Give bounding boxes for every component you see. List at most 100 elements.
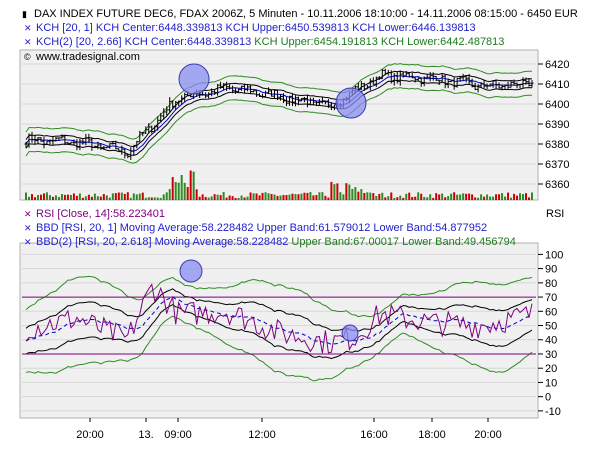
volume-bar bbox=[465, 193, 468, 200]
y-tick-label: 6420 bbox=[545, 59, 569, 71]
volume-bar bbox=[279, 195, 282, 200]
volume-bar bbox=[408, 192, 411, 200]
volume-bar bbox=[285, 195, 288, 200]
volume-bar bbox=[45, 192, 48, 200]
volume-bar bbox=[525, 193, 528, 200]
volume-bar bbox=[54, 195, 57, 200]
volume-bar bbox=[243, 197, 246, 200]
volume-bar bbox=[246, 196, 249, 200]
volume-bar bbox=[78, 193, 81, 200]
volume-bar bbox=[432, 197, 435, 200]
volume-bar bbox=[48, 195, 51, 200]
volume-bar bbox=[162, 194, 165, 200]
volume-bar bbox=[459, 194, 462, 200]
y-tick-label: 6370 bbox=[545, 159, 569, 171]
volume-bar bbox=[63, 194, 66, 200]
volume-bar bbox=[369, 192, 372, 200]
rsi-panel-background bbox=[19, 242, 539, 419]
volume-bar bbox=[75, 195, 78, 200]
volume-bar bbox=[129, 197, 132, 200]
y-tick-label: 50 bbox=[545, 321, 557, 333]
volume-bar bbox=[237, 197, 240, 200]
volume-bar bbox=[438, 194, 441, 200]
volume-bar bbox=[261, 192, 264, 200]
volume-bar bbox=[81, 197, 84, 200]
volume-bar bbox=[135, 194, 138, 200]
volume-bar bbox=[462, 193, 465, 200]
volume-bar bbox=[423, 196, 426, 200]
volume-bar bbox=[372, 193, 375, 200]
volume-bar bbox=[303, 192, 306, 200]
volume-bar bbox=[354, 186, 357, 200]
volume-bar bbox=[291, 193, 294, 200]
chart-icon: ▮ bbox=[22, 9, 27, 19]
volume-bar bbox=[57, 197, 60, 200]
volume-bar bbox=[333, 184, 336, 200]
volume-bar bbox=[399, 195, 402, 200]
volume-bar bbox=[111, 193, 114, 200]
volume-bar bbox=[150, 197, 153, 200]
y-tick-label: 10 bbox=[545, 377, 557, 389]
x-tick-label: 13. bbox=[138, 429, 153, 441]
volume-bar bbox=[351, 188, 354, 200]
volume-bar bbox=[489, 196, 492, 200]
volume-bar bbox=[342, 194, 345, 200]
volume-bar bbox=[309, 192, 312, 200]
volume-bar bbox=[336, 183, 339, 200]
volume-bar bbox=[381, 192, 384, 200]
volume-bar bbox=[258, 195, 261, 200]
volume-bar bbox=[363, 192, 366, 200]
volume-bar bbox=[393, 197, 396, 200]
volume-bar bbox=[522, 194, 525, 200]
y-tick-label: 6360 bbox=[545, 179, 569, 191]
highlight-circle bbox=[335, 87, 367, 119]
y-tick-label: -10 bbox=[545, 406, 561, 418]
volume-bar bbox=[498, 194, 501, 200]
volume-bar bbox=[159, 197, 162, 200]
volume-bar bbox=[42, 193, 45, 200]
volume-bar bbox=[495, 194, 498, 200]
x-tick-label: 12:00 bbox=[248, 429, 276, 441]
volume-bar bbox=[204, 196, 207, 200]
volume-bar bbox=[201, 194, 204, 200]
volume-bar bbox=[72, 193, 75, 200]
volume-bar bbox=[300, 193, 303, 200]
y-tick-label: 30 bbox=[545, 349, 557, 361]
volume-bar bbox=[396, 197, 399, 200]
volume-bar bbox=[96, 196, 99, 200]
volume-bar bbox=[255, 193, 258, 200]
y-tick-label: 6410 bbox=[545, 79, 569, 91]
volume-bar bbox=[348, 184, 351, 200]
volume-bar bbox=[39, 194, 42, 200]
volume-bar bbox=[384, 197, 387, 200]
volume-bar bbox=[471, 194, 474, 200]
volume-bar bbox=[486, 194, 489, 200]
volume-bar bbox=[114, 193, 117, 200]
volume-bar bbox=[312, 195, 315, 200]
volume-bar bbox=[360, 189, 363, 200]
volume-bar bbox=[387, 196, 390, 200]
price-panel-background bbox=[19, 49, 539, 201]
volume-bar bbox=[318, 192, 321, 200]
volume-bar bbox=[414, 196, 417, 200]
volume-bar bbox=[378, 193, 381, 200]
volume-bar bbox=[420, 193, 423, 200]
indicator-icon: ✕ bbox=[24, 37, 32, 47]
volume-bar bbox=[144, 197, 147, 200]
volume-bar bbox=[357, 191, 360, 200]
volume-bar bbox=[216, 194, 219, 200]
volume-bar bbox=[66, 194, 69, 200]
volume-bar bbox=[282, 195, 285, 200]
y-tick-label: 40 bbox=[545, 335, 557, 347]
volume-bar bbox=[252, 193, 255, 200]
y-tick-label: 20 bbox=[545, 363, 557, 375]
volume-bar bbox=[249, 192, 252, 200]
volume-bar bbox=[219, 195, 222, 200]
volume-bar bbox=[366, 192, 369, 200]
volume-bar bbox=[153, 197, 156, 200]
volume-bar bbox=[90, 196, 93, 200]
volume-bar bbox=[468, 193, 471, 200]
volume-bar bbox=[234, 197, 237, 200]
volume-bar bbox=[147, 197, 150, 200]
kch1-legend: ✕ KCH [20, 1] KCH Center:6448.339813 KCH … bbox=[24, 22, 476, 34]
